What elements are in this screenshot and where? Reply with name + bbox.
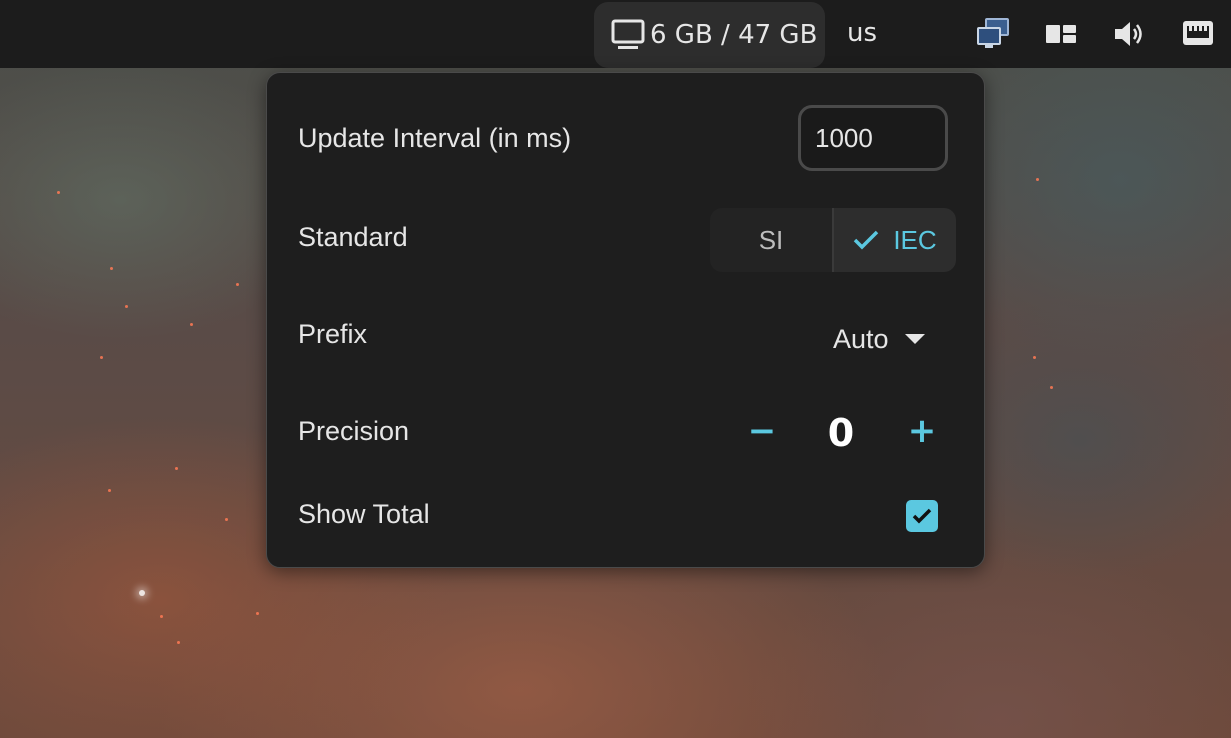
prefix-dropdown[interactable]: Auto — [833, 319, 925, 359]
show-total-label: Show Total — [298, 499, 430, 529]
network-manager-icon[interactable] — [976, 17, 1010, 51]
checkmark-icon — [854, 230, 879, 250]
precision-increment-button[interactable]: + — [902, 411, 942, 451]
memory-settings-popup: Update Interval (in ms) 1000 Standard SI… — [266, 72, 985, 568]
memory-usage-text: 6 GB / 47 GB — [650, 20, 818, 50]
show-total-checkbox[interactable] — [906, 500, 938, 532]
update-interval-label: Update Interval (in ms) — [298, 123, 572, 153]
memory-indicator[interactable]: 6 GB / 47 GB — [594, 2, 825, 68]
chevron-down-icon — [904, 334, 925, 344]
prefix-selected-value: Auto — [833, 323, 889, 354]
precision-decrement-button[interactable]: − — [742, 411, 782, 451]
standard-toggle: SI IEC — [710, 208, 956, 272]
standard-option-iec-label: IEC — [893, 224, 937, 255]
standard-label: Standard — [298, 222, 408, 252]
standard-option-si-label: SI — [758, 224, 784, 255]
ethernet-icon[interactable] — [1181, 17, 1215, 51]
window-layout-icon[interactable] — [1044, 17, 1078, 51]
standard-option-si[interactable]: SI — [710, 208, 834, 272]
precision-value: 0 — [827, 411, 855, 455]
volume-icon[interactable] — [1112, 17, 1146, 51]
update-interval-input[interactable]: 1000 — [798, 105, 948, 171]
keyboard-layout-indicator[interactable]: us — [847, 18, 877, 48]
checkmark-icon — [912, 508, 932, 524]
precision-label: Precision — [298, 416, 410, 446]
top-bar: 6 GB / 47 GB us — [0, 0, 1231, 68]
prefix-label: Prefix — [298, 319, 368, 349]
standard-option-iec[interactable]: IEC — [834, 208, 956, 272]
monitor-icon — [611, 19, 645, 49]
